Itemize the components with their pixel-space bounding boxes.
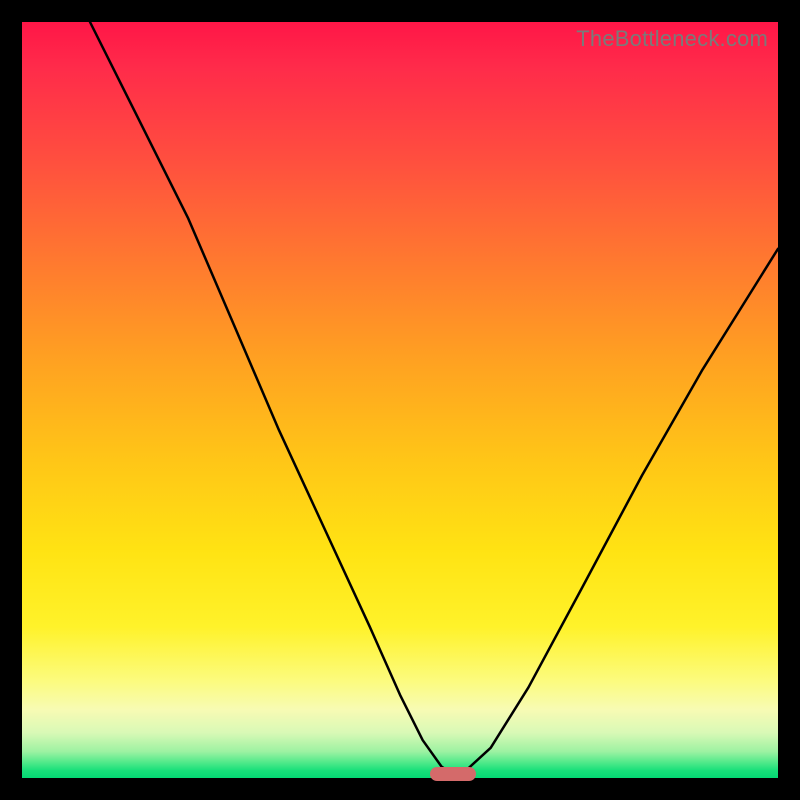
chart-frame: TheBottleneck.com xyxy=(0,0,800,800)
optimal-marker xyxy=(430,767,476,781)
plot-area: TheBottleneck.com xyxy=(22,22,778,778)
curve-path xyxy=(90,22,778,774)
bottleneck-curve xyxy=(22,22,778,778)
